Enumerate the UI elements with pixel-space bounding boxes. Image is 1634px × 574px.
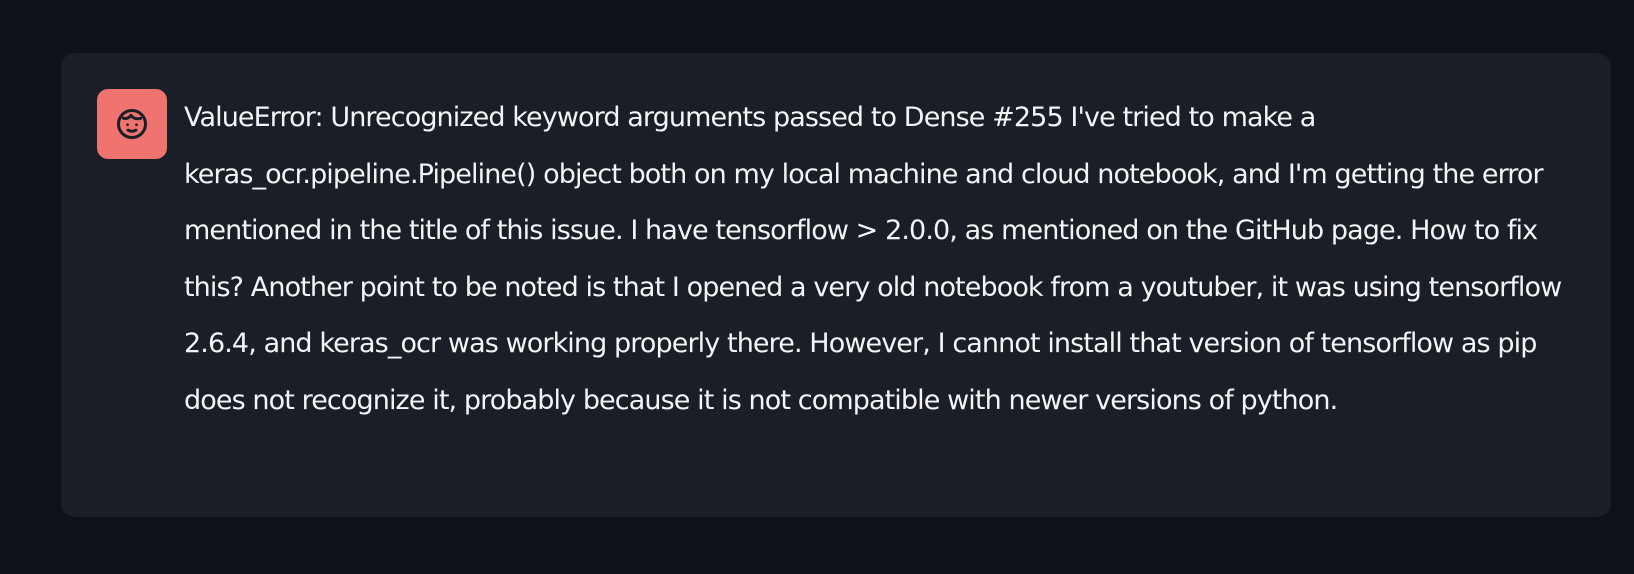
message-text: ValueError: Unrecognized keyword argumen… xyxy=(184,102,1562,416)
chat-page: ValueError: Unrecognized keyword argumen… xyxy=(0,0,1634,574)
chat-message: ValueError: Unrecognized keyword argumen… xyxy=(61,53,1611,517)
user-face-icon xyxy=(117,109,147,139)
user-avatar xyxy=(97,89,167,159)
